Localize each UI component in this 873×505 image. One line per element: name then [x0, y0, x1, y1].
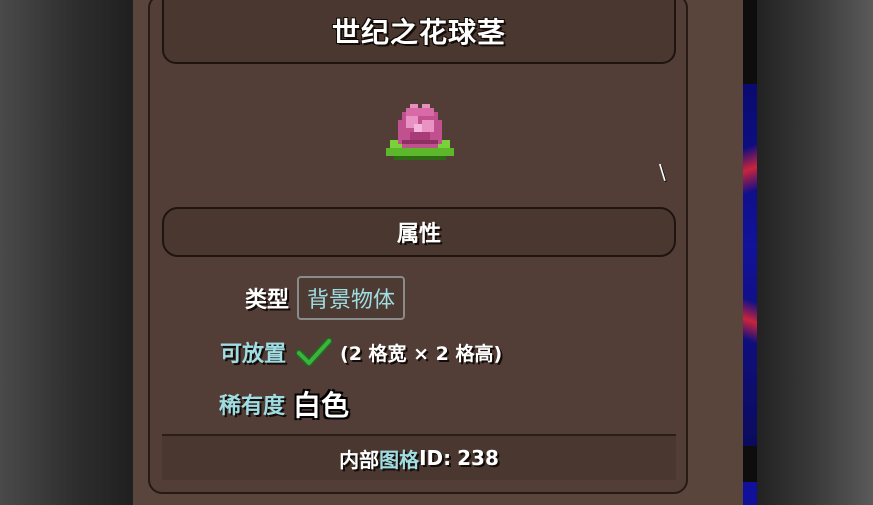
item-title-box: 世纪之花球茎: [162, 0, 676, 64]
internal-id-footer: 内部 图格 ID: 238: [162, 436, 676, 480]
rarity-value: 白色: [293, 389, 350, 422]
left-background: [0, 0, 135, 505]
footer-label-tile-link[interactable]: 图格: [379, 444, 419, 473]
attributes-header: 属性: [162, 207, 676, 257]
placeable-size: (2 格宽 × 2 格高): [340, 342, 503, 365]
type-value-link[interactable]: 背景物体: [297, 276, 406, 320]
item-infobox-panel: 世纪之花球茎 \ 属性 类型 背景物体 可放置 (2 格宽 × 2 格高) 稀有…: [133, 0, 743, 505]
rarity-row: 稀有度 白色: [219, 384, 349, 424]
rarity-label[interactable]: 稀有度: [219, 388, 285, 420]
footer-label-internal: 内部: [339, 447, 380, 472]
check-icon: [296, 337, 333, 367]
placeable-label[interactable]: 可放置: [220, 336, 286, 368]
internal-id-value: 238: [457, 446, 499, 470]
footer-label-id: ID:: [419, 446, 452, 470]
cursor-mark: \: [659, 160, 666, 184]
plantera-bulb-icon: [386, 104, 454, 160]
placeable-row: 可放置 (2 格宽 × 2 格高): [220, 336, 502, 368]
attributes-title: 属性: [396, 222, 441, 247]
item-title: 世纪之花球茎: [331, 16, 506, 49]
background-artwork-strip: [743, 0, 757, 505]
type-row: 类型 背景物体: [245, 276, 406, 320]
right-background: [757, 0, 873, 505]
type-label: 类型: [245, 288, 290, 313]
